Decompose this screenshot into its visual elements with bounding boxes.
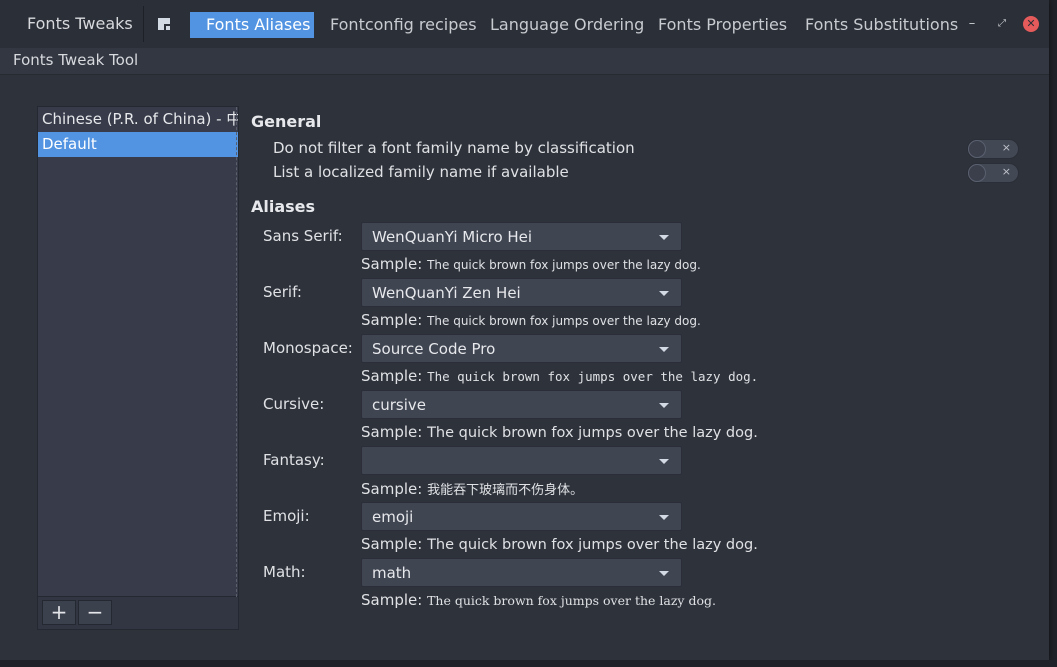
chevron-down-icon	[659, 459, 669, 464]
cursive-sample: Sample: The quick brown fox jumps over t…	[361, 423, 758, 441]
list-item-chinese[interactable]: Chinese (P.R. of China) - 中文	[38, 107, 238, 132]
cursive-combo[interactable]: cursive	[361, 390, 682, 419]
sample-text: The quick brown fox jumps over the lazy …	[427, 593, 716, 608]
list-item-default[interactable]: Default	[38, 132, 238, 157]
tab-fonts-properties[interactable]: Fonts Properties	[642, 12, 789, 38]
chevron-down-icon	[659, 291, 669, 296]
math-combo[interactable]: math	[361, 558, 682, 587]
serif-combo[interactable]: WenQuanYi Zen Hei	[361, 278, 682, 307]
localized-name-switch[interactable]: ×	[967, 163, 1019, 183]
sample-prefix: Sample:	[361, 535, 423, 553]
tab-fonts-aliases[interactable]: Fonts Aliases	[190, 12, 314, 38]
monospace-label: Monospace:	[263, 339, 353, 357]
emoji-label: Emoji:	[263, 507, 310, 525]
switch-off-mark: ×	[1001, 165, 1011, 178]
fonts-tweak-window: Fonts Tweaks Fonts Aliases Fontconfig re…	[0, 0, 1049, 660]
remove-language-button[interactable]: −	[78, 600, 112, 625]
combo-value: math	[372, 564, 412, 582]
combo-value: WenQuanYi Zen Hei	[372, 284, 521, 302]
sample-text: The quick brown fox jumps over the lazy …	[427, 258, 701, 272]
language-list-panel: Chinese (P.R. of China) - 中文 Default + −	[37, 106, 239, 630]
window-subtitle: Fonts Tweak Tool	[13, 51, 139, 69]
combo-value: WenQuanYi Micro Hei	[372, 228, 533, 246]
tab-fontconfig-recipes[interactable]: Fontconfig recipes	[314, 12, 477, 38]
chevron-down-icon	[659, 235, 669, 240]
sans-serif-label: Sans Serif:	[263, 227, 343, 245]
sample-prefix: Sample:	[361, 255, 423, 273]
tab-fonts-substitutions[interactable]: Fonts Substitutions	[789, 12, 958, 38]
add-language-button[interactable]: +	[42, 600, 76, 625]
sample-prefix: Sample:	[361, 591, 423, 609]
sample-text: 我能吞下玻璃而不伤身体。	[427, 483, 584, 498]
switch-knob	[968, 164, 986, 182]
combo-value: Source Code Pro	[372, 340, 496, 358]
chevron-down-icon	[659, 571, 669, 576]
fantasy-combo[interactable]	[361, 446, 682, 475]
panel-divider	[236, 107, 237, 597]
background-terminal	[0, 660, 1057, 667]
chevron-down-icon	[659, 347, 669, 352]
combo-value: cursive	[372, 396, 427, 414]
sans-serif-combo[interactable]: WenQuanYi Micro Hei	[361, 222, 682, 251]
close-button[interactable]: ✕	[1023, 16, 1039, 32]
emoji-combo[interactable]: emoji	[361, 502, 682, 531]
sample-text: The quick brown fox jumps over the lazy …	[427, 314, 701, 328]
chevron-down-icon	[659, 515, 669, 520]
emoji-sample: Sample: The quick brown fox jumps over t…	[361, 535, 758, 553]
serif-label: Serif:	[263, 283, 302, 301]
header-separator	[143, 6, 144, 42]
math-label: Math:	[263, 563, 306, 581]
monospace-combo[interactable]: Source Code Pro	[361, 334, 682, 363]
serif-sample: Sample: The quick brown fox jumps over t…	[361, 311, 701, 329]
sample-text: The quick brown fox jumps over the lazy …	[427, 369, 759, 384]
switch-knob	[968, 140, 986, 158]
subtitle-bar: Fonts Tweak Tool	[0, 48, 1049, 75]
sample-prefix: Sample:	[361, 480, 423, 498]
sample-prefix: Sample:	[361, 423, 423, 441]
option-no-filter-label: Do not filter a font family name by clas…	[273, 139, 635, 157]
header-bar: Fonts Tweaks Fonts Aliases Fontconfig re…	[0, 0, 1049, 48]
maximize-button[interactable]: ⤢	[992, 14, 1012, 34]
general-heading: General	[251, 112, 322, 131]
fantasy-sample: Sample: 我能吞下玻璃而不伤身体。	[361, 479, 583, 498]
switch-off-mark: ×	[1001, 141, 1011, 154]
tab-language-ordering[interactable]: Language Ordering	[474, 12, 644, 38]
option-localized-name-label: List a localized family name if availabl…	[273, 163, 569, 181]
fantasy-label: Fantasy:	[263, 451, 325, 469]
sample-prefix: Sample:	[361, 367, 423, 385]
sample-prefix: Sample:	[361, 311, 423, 329]
math-sample: Sample: The quick brown fox jumps over t…	[361, 591, 716, 609]
chevron-down-icon	[659, 403, 669, 408]
no-filter-switch[interactable]: ×	[967, 139, 1019, 159]
monospace-sample: Sample: The quick brown fox jumps over t…	[361, 367, 758, 385]
minimize-button[interactable]: –	[962, 14, 982, 34]
list-toolbar: + −	[38, 596, 238, 629]
app-title: Fonts Tweaks	[27, 14, 133, 33]
aliases-heading: Aliases	[251, 197, 316, 216]
cursive-label: Cursive:	[263, 395, 325, 413]
view-switcher-icon[interactable]	[156, 16, 172, 32]
sample-text: The quick brown fox jumps over the lazy …	[427, 537, 758, 553]
combo-value: emoji	[372, 508, 414, 526]
sample-text: The quick brown fox jumps over the lazy …	[427, 425, 758, 441]
sans-serif-sample: Sample: The quick brown fox jumps over t…	[361, 255, 701, 273]
